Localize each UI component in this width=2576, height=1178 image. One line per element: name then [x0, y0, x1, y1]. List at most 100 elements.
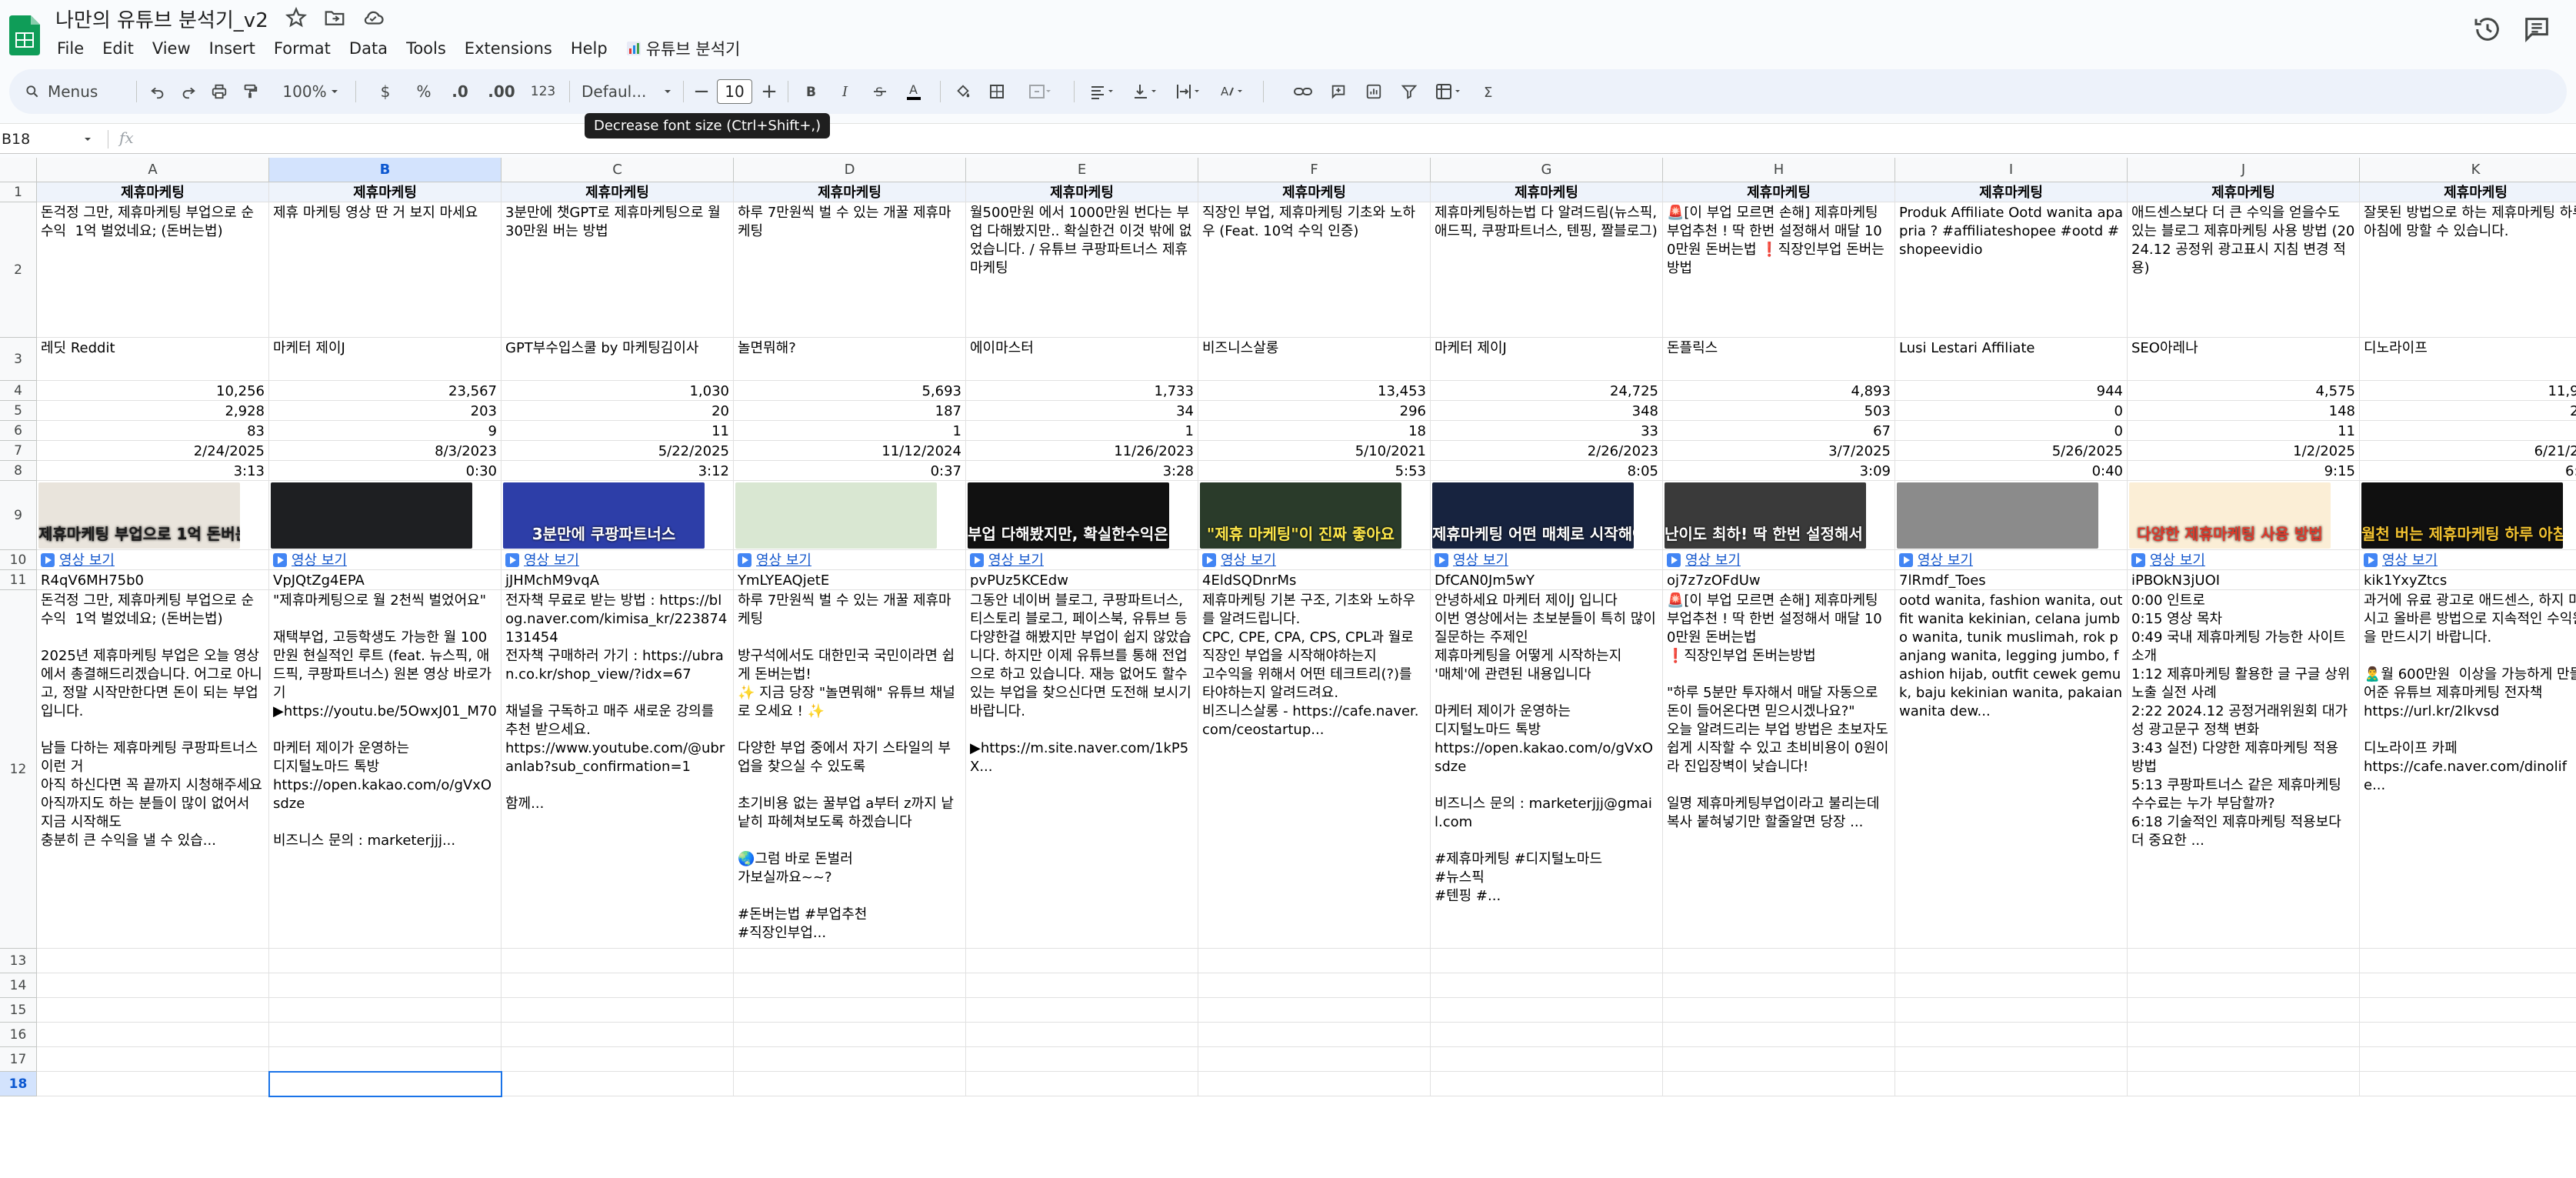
watch-video-link-f10[interactable]: 영상 보기 [1198, 550, 1431, 570]
empty-cell-d16[interactable] [734, 1023, 966, 1047]
row-header-13[interactable]: 13 [0, 949, 37, 973]
empty-cell-i17[interactable] [1895, 1047, 2128, 1072]
title-cell-g2[interactable]: 제휴마케팅하는법 다 알려드림(뉴스픽, 애드픽, 쿠팡파트너스, 텐핑, 짤블… [1431, 202, 1663, 338]
comments-cell-j6[interactable]: 11 [2128, 421, 2360, 441]
zoom-select[interactable]: 100% [280, 76, 342, 107]
fill-color-button[interactable] [949, 76, 977, 107]
watch-video-label[interactable]: 영상 보기 [1685, 552, 1741, 569]
likes-cell-d5[interactable]: 187 [734, 401, 966, 421]
menu-extensions[interactable]: Extensions [455, 36, 562, 61]
empty-cell-c18[interactable] [502, 1072, 734, 1096]
create-filter-button[interactable] [1395, 76, 1423, 107]
duration-cell-c8[interactable]: 3:12 [502, 461, 734, 481]
watch-video-label[interactable]: 영상 보기 [988, 552, 1044, 569]
title-cell-a2[interactable]: 돈걱정 그만, 제휴마케팅 부업으로 순수익 1억 벌었네요; (돈버는법) [37, 202, 269, 338]
empty-cell-k17[interactable] [2360, 1047, 2576, 1072]
column-header-d[interactable]: D [734, 158, 966, 182]
empty-cell-h14[interactable] [1663, 973, 1895, 998]
empty-cell-i18[interactable] [1895, 1072, 2128, 1096]
date-cell-e7[interactable]: 11/26/2023 [966, 441, 1198, 461]
views-cell-h4[interactable]: 4,893 [1663, 381, 1895, 401]
channel-cell-j3[interactable]: SEO아레나 [2128, 338, 2360, 381]
description-cell-f12[interactable]: 제휴마케팅 기본 구조, 기초와 노하우를 알려드립니다. CPC, CPE, … [1198, 590, 1431, 949]
views-cell-i4[interactable]: 944 [1895, 381, 2128, 401]
empty-cell-j14[interactable] [2128, 973, 2360, 998]
description-cell-d12[interactable]: 하루 7만원씩 벌 수 있는 개꿀 제휴마케팅 방구석에서도 대한민국 국민이라… [734, 590, 966, 949]
channel-cell-b3[interactable]: 마케터 제이J [269, 338, 502, 381]
chevron-down-icon[interactable] [83, 135, 92, 144]
channel-cell-h3[interactable]: 돈플릭스 [1663, 338, 1895, 381]
duration-cell-b8[interactable]: 0:30 [269, 461, 502, 481]
increase-font-size-button[interactable]: + [757, 76, 781, 107]
menu-data[interactable]: Data [340, 36, 397, 61]
font-size-input[interactable]: 10 [717, 79, 752, 104]
channel-cell-e3[interactable]: 에이마스터 [966, 338, 1198, 381]
header-cell-g1[interactable]: 제휴마케팅 [1431, 182, 1663, 202]
insert-chart-button[interactable] [1360, 76, 1388, 107]
column-header-g[interactable]: G [1431, 158, 1663, 182]
empty-cell-k14[interactable] [2360, 973, 2576, 998]
comments-cell-a6[interactable]: 83 [37, 421, 269, 441]
empty-cell-c17[interactable] [502, 1047, 734, 1072]
insert-comment-button[interactable] [1325, 76, 1352, 107]
channel-cell-a3[interactable]: 레딧 Reddit [37, 338, 269, 381]
empty-cell-h15[interactable] [1663, 998, 1895, 1023]
history-icon[interactable] [2472, 14, 2503, 45]
video-id-cell-k11[interactable]: kik1YxyZtcs [2360, 570, 2576, 590]
comments-cell-d6[interactable]: 1 [734, 421, 966, 441]
date-cell-f7[interactable]: 5/10/2021 [1198, 441, 1431, 461]
date-cell-j7[interactable]: 1/2/2025 [2128, 441, 2360, 461]
empty-cell-h17[interactable] [1663, 1047, 1895, 1072]
description-cell-g12[interactable]: 안녕하세요 마케터 제이J 입니다 이번 영상에서는 초보분들이 특히 많이 질… [1431, 590, 1663, 949]
description-cell-b12[interactable]: "제휴마케팅으로 월 2천씩 벌었어요" 재택부업, 고등학생도 가능한 월 1… [269, 590, 502, 949]
empty-cell-i14[interactable] [1895, 973, 2128, 998]
header-cell-c1[interactable]: 제휴마케팅 [502, 182, 734, 202]
watch-video-label[interactable]: 영상 보기 [2382, 552, 2438, 569]
strikethrough-button[interactable]: S [866, 76, 894, 107]
title-cell-i2[interactable]: Produk Affiliate Ootd wanita apa pria ? … [1895, 202, 2128, 338]
empty-cell-f14[interactable] [1198, 973, 1431, 998]
empty-cell-b13[interactable] [269, 949, 502, 973]
row-header-3[interactable]: 3 [0, 338, 37, 381]
views-cell-c4[interactable]: 1,030 [502, 381, 734, 401]
row-header-1[interactable]: 1 [0, 182, 37, 202]
row-header-11[interactable]: 11 [0, 570, 37, 590]
duration-cell-e8[interactable]: 3:28 [966, 461, 1198, 481]
empty-cell-g16[interactable] [1431, 1023, 1663, 1047]
paint-format-button[interactable] [236, 76, 264, 107]
date-cell-g7[interactable]: 2/26/2023 [1431, 441, 1663, 461]
redo-button[interactable] [175, 76, 202, 107]
empty-cell-f17[interactable] [1198, 1047, 1431, 1072]
watch-video-link-d10[interactable]: 영상 보기 [734, 550, 966, 570]
row-header-8[interactable]: 8 [0, 461, 37, 481]
comments-cell-b6[interactable]: 9 [269, 421, 502, 441]
empty-cell-e13[interactable] [966, 949, 1198, 973]
description-cell-h12[interactable]: 🚨[이 부업 모르면 손해] 제휴마케팅 부업추천 ! 딱 한번 설정해서 매달… [1663, 590, 1895, 949]
menu-insert[interactable]: Insert [200, 36, 265, 61]
empty-cell-g15[interactable] [1431, 998, 1663, 1023]
video-id-cell-a11[interactable]: R4qV6MH75b0 [37, 570, 269, 590]
title-cell-c2[interactable]: 3분만에 챗GPT로 제휴마케팅으로 월 30만원 버는 방법 [502, 202, 734, 338]
empty-cell-h13[interactable] [1663, 949, 1895, 973]
empty-cell-g18[interactable] [1431, 1072, 1663, 1096]
watch-video-label[interactable]: 영상 보기 [59, 552, 115, 569]
empty-cell-g13[interactable] [1431, 949, 1663, 973]
date-cell-c7[interactable]: 5/22/2025 [502, 441, 734, 461]
empty-cell-e14[interactable] [966, 973, 1198, 998]
duration-cell-h8[interactable]: 3:09 [1663, 461, 1895, 481]
description-cell-e12[interactable]: 그동안 네이버 블로그, 쿠팡파트너스, 티스토리 블로그, 페이스북, 유튜브… [966, 590, 1198, 949]
likes-cell-b5[interactable]: 203 [269, 401, 502, 421]
column-header-h[interactable]: H [1663, 158, 1895, 182]
header-cell-d1[interactable]: 제휴마케팅 [734, 182, 966, 202]
row-header-14[interactable]: 14 [0, 973, 37, 998]
menu-file[interactable]: File [48, 36, 93, 61]
likes-cell-h5[interactable]: 503 [1663, 401, 1895, 421]
column-header-k[interactable]: K [2360, 158, 2576, 182]
functions-button[interactable]: Σ [1475, 76, 1503, 107]
watch-video-label[interactable]: 영상 보기 [756, 552, 811, 569]
header-cell-h1[interactable]: 제휴마케팅 [1663, 182, 1895, 202]
empty-cell-f13[interactable] [1198, 949, 1431, 973]
menu-tools[interactable]: Tools [397, 36, 455, 61]
empty-cell-i15[interactable] [1895, 998, 2128, 1023]
row-header-10[interactable]: 10 [0, 550, 37, 570]
